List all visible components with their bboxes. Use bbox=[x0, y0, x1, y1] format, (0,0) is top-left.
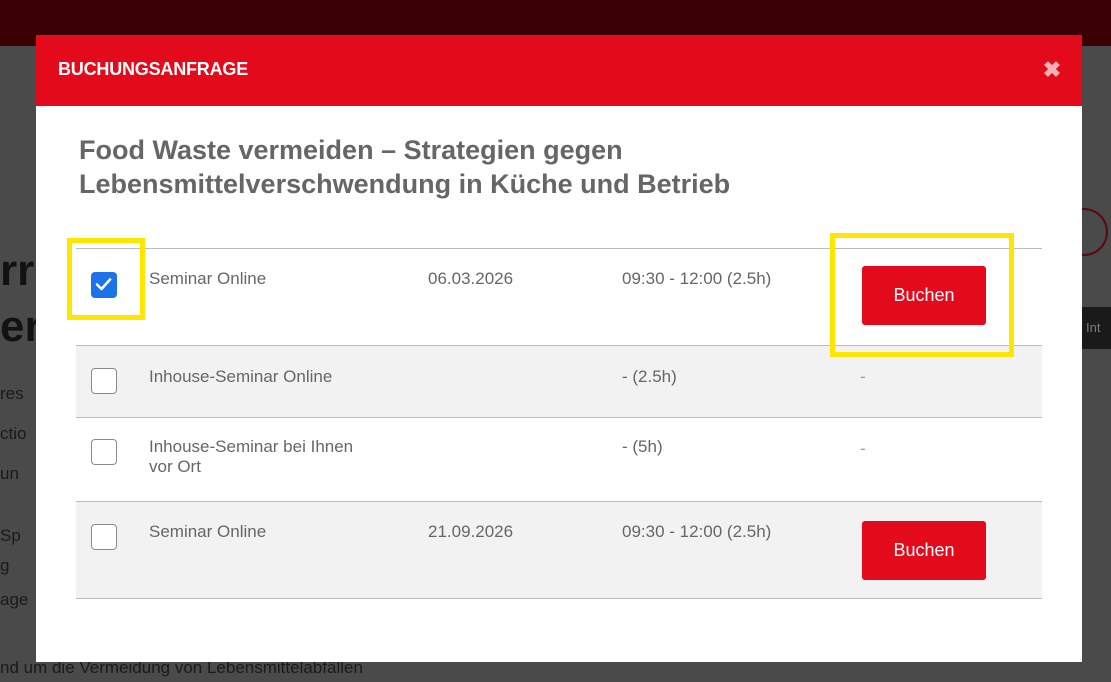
session-checkbox[interactable] bbox=[91, 368, 117, 394]
booking-request-modal: BUCHUNGSANFRAGE ✖ Food Waste vermeiden –… bbox=[36, 35, 1082, 662]
session-type: Inhouse-Seminar Online bbox=[149, 367, 333, 386]
background-text-4: Sp bbox=[0, 526, 21, 545]
background-side-tab: Int bbox=[1082, 307, 1111, 349]
checkmark-icon bbox=[95, 278, 112, 291]
session-checkbox[interactable] bbox=[91, 439, 117, 465]
background-text-2: ctio bbox=[0, 424, 27, 443]
background-text-3: un bbox=[0, 464, 19, 483]
session-row: Seminar Online 21.09.2026 09:30 - 12:00 … bbox=[76, 501, 1042, 599]
session-row: Inhouse-Seminar bei Ihnen vor Ort - (5h)… bbox=[76, 417, 1042, 501]
close-icon[interactable]: ✖ bbox=[1039, 57, 1065, 83]
background-heading-line-1: rr bbox=[0, 246, 35, 295]
modal-header: BUCHUNGSANFRAGE ✖ bbox=[36, 35, 1082, 106]
session-row: Inhouse-Seminar Online - (2.5h) - bbox=[76, 345, 1042, 417]
session-type: Inhouse-Seminar bei Ihnen vor Ort bbox=[149, 437, 354, 476]
modal-title: BUCHUNGSANFRAGE bbox=[58, 59, 248, 79]
background-text-1: res bbox=[0, 384, 24, 403]
session-type: Seminar Online bbox=[149, 269, 267, 288]
session-date: 21.09.2026 bbox=[428, 522, 514, 541]
session-table: Seminar Online 06.03.2026 09:30 - 12:00 … bbox=[76, 248, 1042, 599]
book-button[interactable]: Buchen bbox=[862, 521, 986, 580]
session-type: Seminar Online bbox=[149, 522, 267, 541]
session-date: 06.03.2026 bbox=[428, 269, 514, 288]
session-row: Seminar Online 06.03.2026 09:30 - 12:00 … bbox=[76, 248, 1042, 345]
session-checkbox[interactable] bbox=[91, 272, 117, 298]
session-checkbox[interactable] bbox=[91, 524, 117, 550]
session-time: 09:30 - 12:00 (2.5h) bbox=[622, 269, 772, 288]
session-action-placeholder: - bbox=[860, 439, 866, 458]
session-action-placeholder: - bbox=[860, 367, 866, 386]
session-time: - (5h) bbox=[622, 437, 663, 456]
background-text-6: age bbox=[0, 590, 29, 609]
course-title: Food Waste vermeiden – Strategien gegen … bbox=[79, 135, 731, 199]
session-time: - (2.5h) bbox=[622, 367, 677, 386]
book-button[interactable]: Buchen bbox=[862, 266, 986, 325]
session-time: 09:30 - 12:00 (2.5h) bbox=[622, 522, 772, 541]
background-text-5: g bbox=[0, 556, 10, 575]
